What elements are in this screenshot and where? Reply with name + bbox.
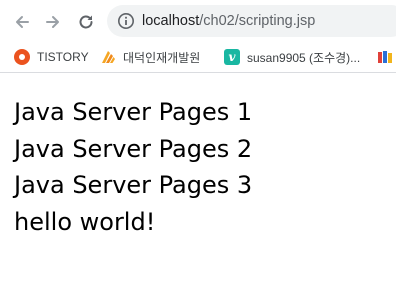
reload-icon xyxy=(79,15,93,29)
back-button[interactable] xyxy=(9,9,35,35)
url-host: localhost xyxy=(142,13,200,29)
more-bookmarks-icon xyxy=(378,51,392,63)
vimeo-icon: v xyxy=(224,49,240,65)
browser-toolbar: localhost/ch02/scripting.jsp xyxy=(0,0,396,42)
output-line-3: Java Server Pages 3 xyxy=(14,171,253,199)
output-line-1: Java Server Pages 1 xyxy=(14,98,253,126)
reload-button[interactable] xyxy=(73,9,99,35)
bookmark-label: TISTORY xyxy=(37,50,89,64)
forward-button[interactable] xyxy=(40,9,66,35)
bookmark-label: 대덕인재개발원 xyxy=(123,50,201,65)
browser-window: localhost/ch02/scripting.jsp TISTORY 대덕인… xyxy=(0,0,396,281)
arrow-right-icon xyxy=(46,16,59,28)
bookmarks-bar: TISTORY 대덕인재개발원 v susan9905 (조수경)... xyxy=(0,42,396,73)
daeduck-icon xyxy=(102,51,115,63)
tistory-icon xyxy=(14,49,30,65)
url-path: /ch02/scripting.jsp xyxy=(199,13,316,29)
output-line-4: hello world! xyxy=(14,207,156,236)
page-content: Java Server Pages 1 Java Server Pages 2 … xyxy=(14,94,384,240)
info-icon[interactable] xyxy=(117,12,135,30)
bookmark-label: susan9905 (조수경)... xyxy=(247,50,361,65)
arrow-left-icon xyxy=(16,16,29,28)
address-bar[interactable]: localhost/ch02/scripting.jsp xyxy=(107,5,396,37)
bookmark-daeduck[interactable]: 대덕인재개발원 xyxy=(100,46,200,68)
url-text[interactable]: localhost/ch02/scripting.jsp xyxy=(142,12,315,30)
output-line-2: Java Server Pages 2 xyxy=(14,134,253,163)
bookmark-susan[interactable]: v susan9905 (조수경)... xyxy=(224,46,360,68)
bookmark-more[interactable] xyxy=(377,46,396,68)
bookmark-tistory[interactable]: TISTORY xyxy=(14,46,89,68)
